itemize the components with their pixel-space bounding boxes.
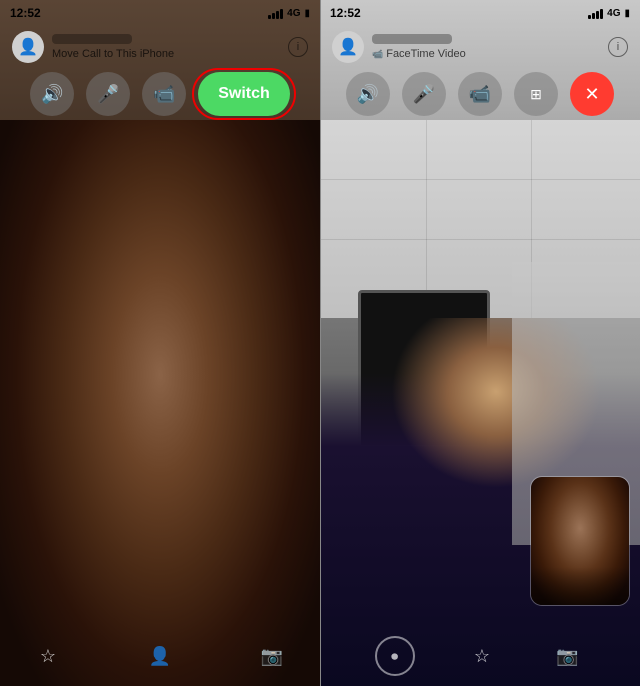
left-speaker-button[interactable]: 🔊: [30, 72, 74, 116]
speaker-icon: 🔊: [41, 84, 63, 105]
right-video-button[interactable]: 📹: [458, 72, 502, 116]
right-status-icons: 4G ▮: [588, 7, 630, 19]
left-video-button[interactable]: 📹: [142, 72, 186, 116]
right-star-button[interactable]: ☆: [464, 638, 500, 674]
left-call-header: 👤 Move Call to This iPhone i: [0, 22, 320, 72]
signal-bar-1: [268, 15, 271, 19]
mute-icon: 🎤: [97, 84, 119, 105]
right-controls-row: 🔊 🎤 📹 ⊞ ✕: [320, 72, 640, 116]
right-speaker-icon: 🔊: [357, 84, 379, 105]
right-network: 4G: [607, 8, 620, 19]
right-signal-bars: [588, 7, 603, 19]
left-info-button[interactable]: i: [288, 37, 308, 57]
signal-bar-2: [272, 13, 275, 19]
right-video-icon: 📹: [469, 84, 491, 105]
camera-icon: 📷: [261, 646, 283, 667]
switch-button-wrapper: Switch: [198, 72, 290, 116]
ceiling-line-2: [320, 239, 640, 240]
video-call-icon: 📹: [372, 49, 383, 60]
left-status-icons: 4G ▮: [268, 7, 310, 19]
left-camera-button[interactable]: 📷: [254, 638, 290, 674]
left-contacts-button[interactable]: 👤: [142, 638, 178, 674]
right-caller-info: 📹 FaceTime Video: [372, 34, 608, 60]
right-bottom-bar: ⏺ ☆ 📷: [320, 626, 640, 686]
right-info-button[interactable]: i: [608, 37, 628, 57]
left-signal-bars: [268, 7, 283, 19]
left-avatar: 👤: [12, 31, 44, 63]
signal-bar-4: [280, 9, 283, 19]
contacts-icon: 👤: [149, 646, 171, 667]
left-status-bar: 12:52 4G ▮: [0, 0, 320, 22]
right-mute-button[interactable]: 🎤: [402, 72, 446, 116]
pip-button[interactable]: ⊞: [514, 72, 558, 116]
ceiling-col-1: [426, 120, 427, 318]
signal-bar-3: [276, 11, 279, 19]
left-call-type: Move Call to This iPhone: [52, 48, 288, 60]
facetime-label-text: FaceTime Video: [386, 48, 465, 60]
left-controls-row: 🔊 🎤 📹 Switch: [0, 72, 320, 116]
right-avatar: 👤: [332, 31, 364, 63]
right-call-type: 📹 FaceTime Video: [372, 48, 608, 60]
r-signal-bar-1: [588, 15, 591, 19]
left-phone-screen: 12:52 4G ▮ 👤 Move Call to This iPhone i …: [0, 0, 320, 686]
pip-self-view[interactable]: [530, 476, 630, 606]
left-network: 4G: [287, 8, 300, 19]
right-caller-name-bar: [372, 34, 452, 44]
right-avatar-icon: 👤: [338, 37, 358, 57]
left-info-icon: i: [297, 41, 299, 53]
left-caller-info: Move Call to This iPhone: [52, 34, 288, 60]
right-speaker-button[interactable]: 🔊: [346, 72, 390, 116]
right-mic-toggle[interactable]: ⏺: [375, 636, 415, 676]
right-battery: ▮: [624, 8, 630, 19]
right-call-header: 👤 📹 FaceTime Video i: [320, 22, 640, 72]
left-time: 12:52: [10, 6, 41, 20]
end-call-button[interactable]: ✕: [570, 72, 614, 116]
right-star-icon: ☆: [474, 646, 490, 667]
left-star-button[interactable]: ☆: [30, 638, 66, 674]
avatar-person-icon: 👤: [18, 37, 38, 57]
ceiling-line-1: [320, 179, 640, 180]
left-mute-button[interactable]: 🎤: [86, 72, 130, 116]
video-icon: 📹: [153, 84, 175, 105]
switch-outline: [192, 68, 296, 120]
r-signal-bar-3: [596, 11, 599, 19]
left-battery: ▮: [304, 8, 310, 19]
pip-fade: [531, 567, 629, 605]
right-mute-icon: 🎤: [413, 84, 435, 105]
right-status-bar: 12:52 4G ▮: [320, 0, 640, 22]
right-camera-button[interactable]: 📷: [549, 638, 585, 674]
end-call-icon: ✕: [584, 84, 599, 105]
screen-divider: [320, 0, 321, 686]
right-info-icon: i: [617, 41, 619, 53]
right-phone-screen: 12:52 4G ▮ 👤 📹 FaceTime Video i: [320, 0, 640, 686]
left-bottom-bar: ☆ 👤 📷: [0, 626, 320, 686]
mic-toggle-icon: ⏺: [391, 648, 398, 665]
right-time: 12:52: [330, 6, 361, 20]
pip-icon: ⊞: [530, 86, 542, 103]
r-signal-bar-4: [600, 9, 603, 19]
right-camera-icon: 📷: [556, 646, 578, 667]
star-icon: ☆: [40, 646, 56, 667]
left-face-overlay: [0, 120, 320, 686]
left-caller-name-bar: [52, 34, 132, 44]
r-signal-bar-2: [592, 13, 595, 19]
